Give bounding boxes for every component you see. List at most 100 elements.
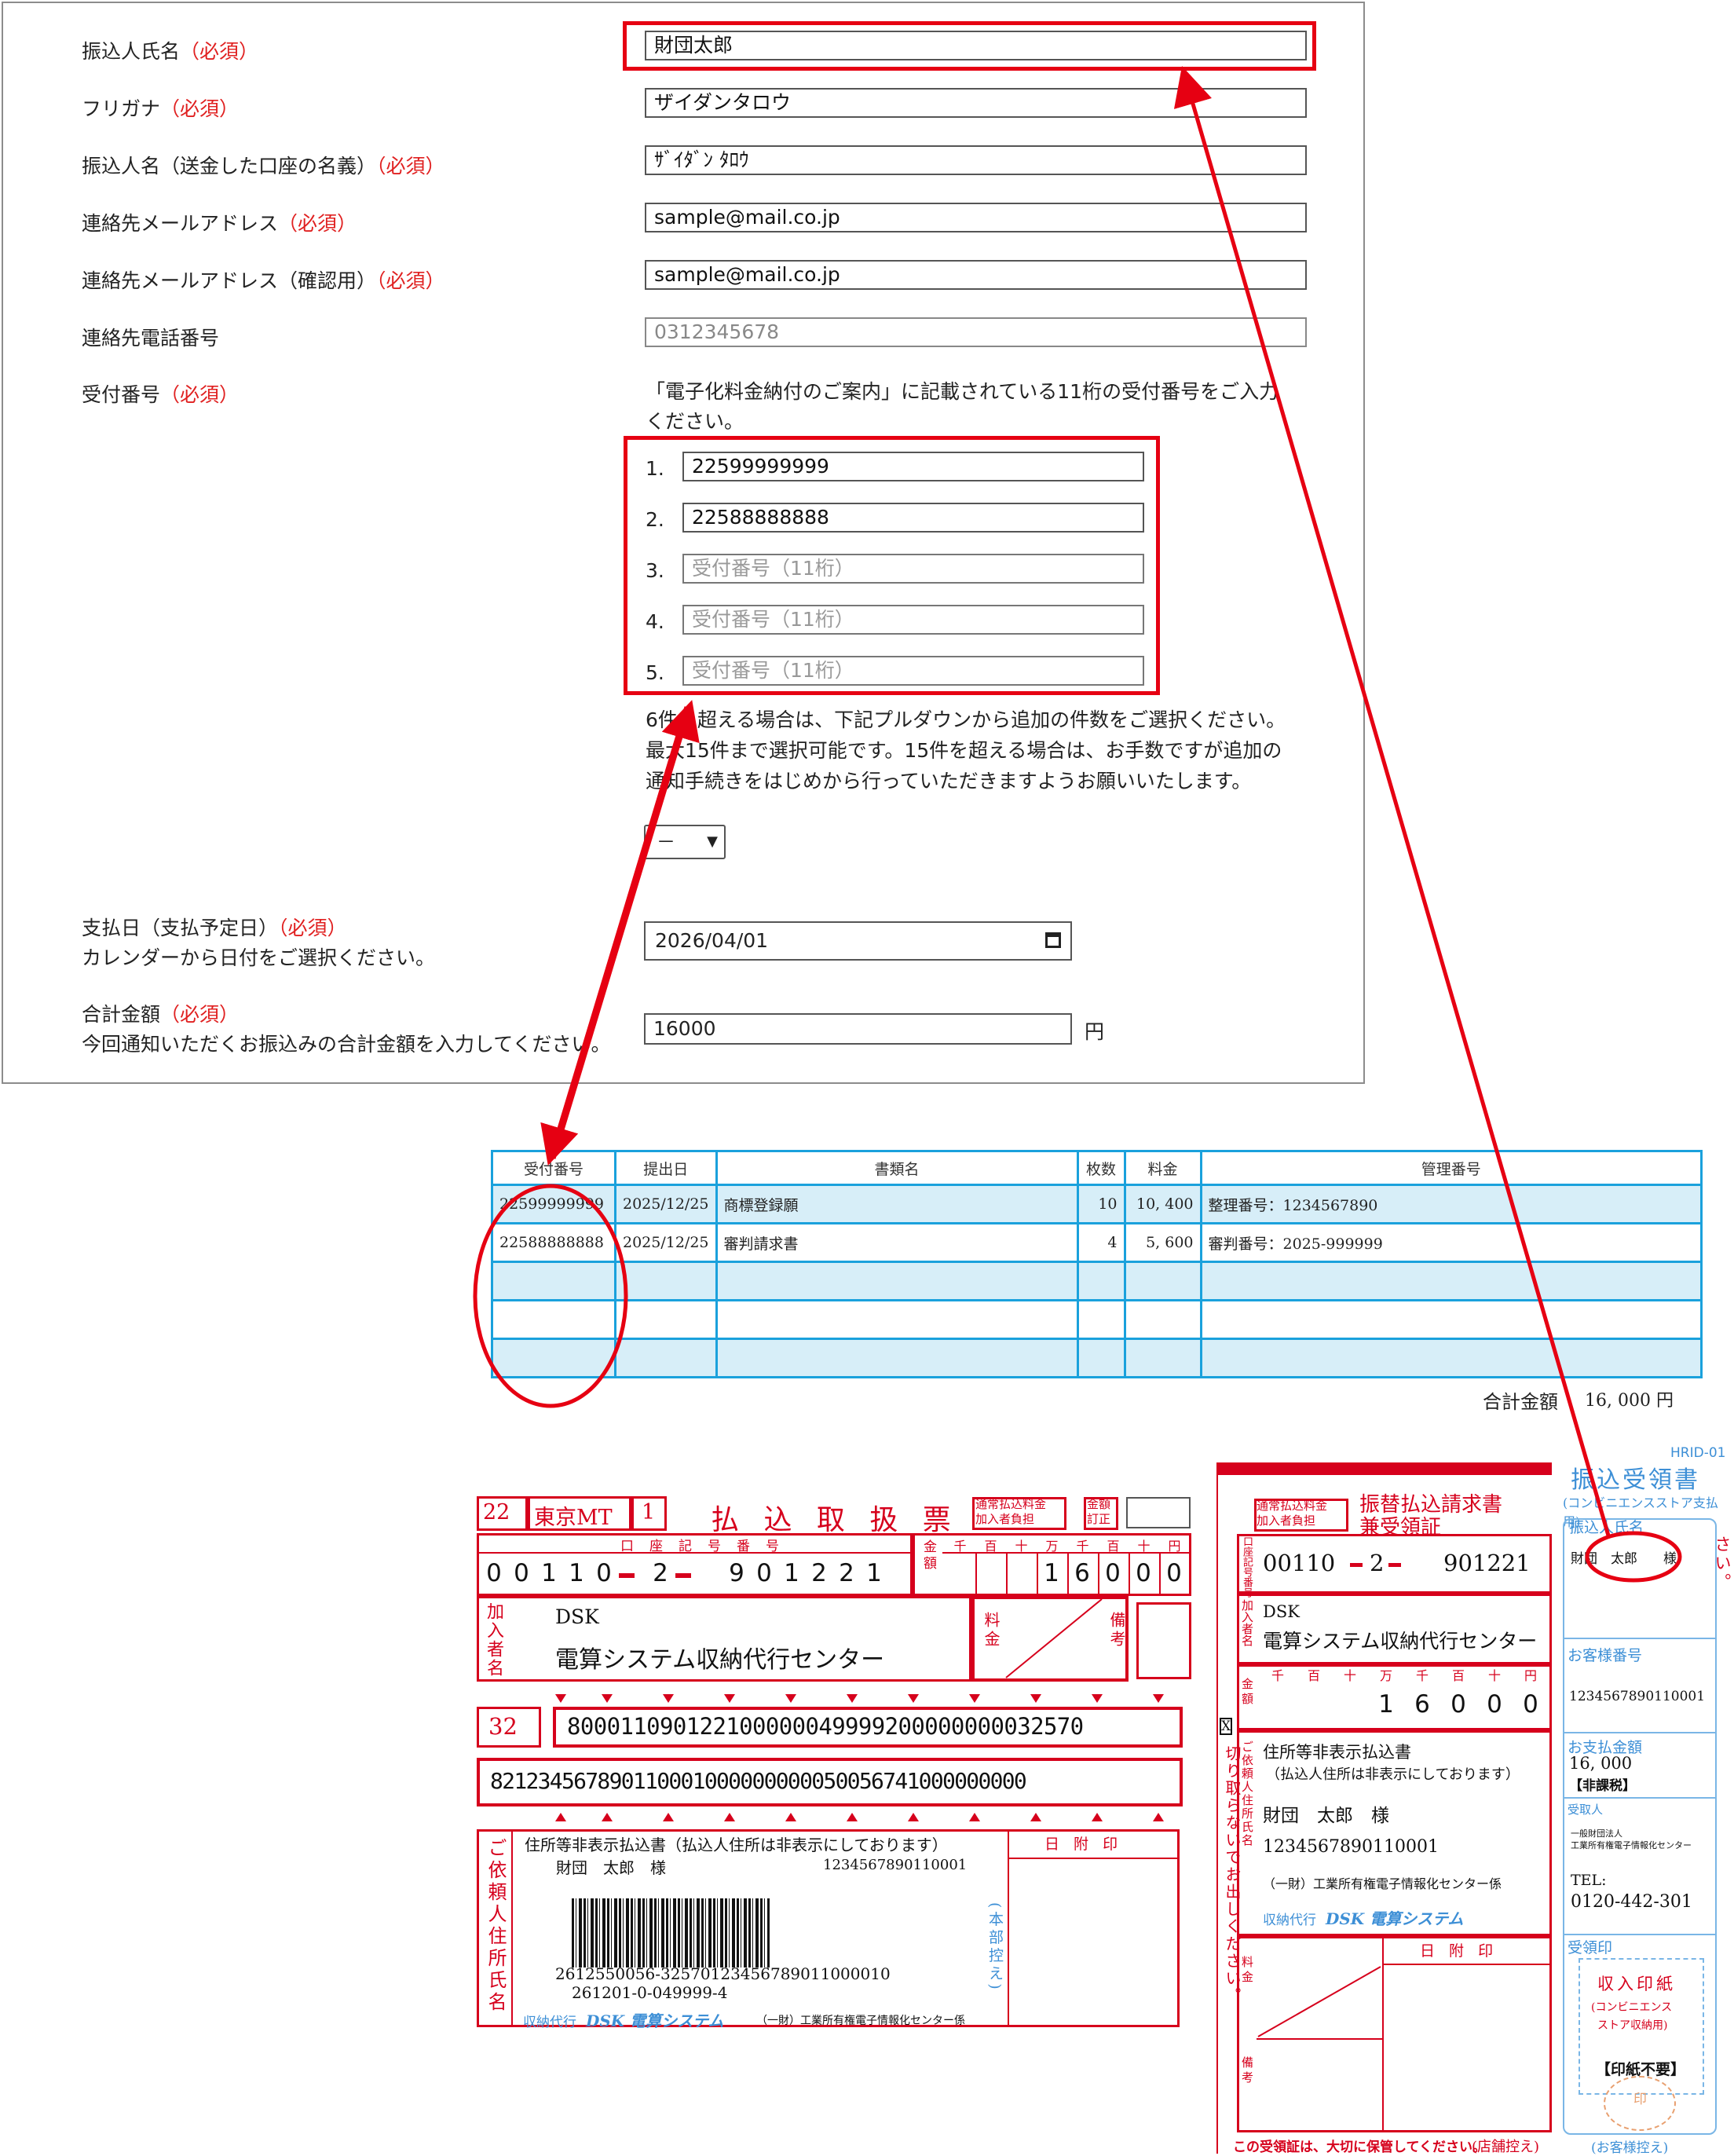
mid-customer-no: 1234567890110001	[1263, 1837, 1439, 1857]
table-row	[491, 1299, 1703, 1340]
right-stamp5: 印	[1633, 2092, 1647, 2107]
mid-notice: 通常払込料金 加入者負担	[1257, 1499, 1328, 1528]
mid-amount-unit: 千	[1415, 1668, 1429, 1683]
cell	[1199, 1338, 1703, 1378]
mid-amount-unit: 百	[1451, 1668, 1465, 1683]
mid-brand-logo: DSK 電算システム	[1326, 1909, 1464, 1928]
col-fee: 料金	[1123, 1150, 1202, 1186]
right-code: HRID-01	[1670, 1445, 1726, 1461]
marker-triangle-up	[785, 1813, 796, 1821]
ocr-code: 32	[488, 1713, 518, 1740]
label-account-name: 振込人名（送金した口座の名義）（必須）	[82, 155, 445, 178]
mid-amount-unit: 十	[1487, 1668, 1501, 1683]
document-table: 受付番号 提出日 書類名 枚数 料金 管理番号 22599999999 2025…	[491, 1150, 1703, 1378]
right-footer: (お客様控え)	[1591, 2140, 1669, 2156]
highlight-name-box	[623, 21, 1316, 71]
mid-name: 財団 太郎 様	[1263, 1806, 1389, 1826]
cell: 10, 400	[1123, 1184, 1202, 1224]
cell	[1123, 1338, 1202, 1378]
mid-address-note2: （払込人住所は非表示にしております）	[1266, 1766, 1520, 1783]
select-value: －	[657, 831, 675, 853]
email-confirm-input[interactable]: sample@mail.co.jp	[645, 260, 1307, 290]
marker-triangle-down	[969, 1694, 980, 1703]
cell	[1076, 1338, 1126, 1378]
account-name-input[interactable]: ｻﾞｲﾀﾞﾝ ﾀﾛｳ	[645, 145, 1307, 175]
marker-triangle-up	[602, 1813, 613, 1821]
marker-triangle-up	[908, 1813, 919, 1821]
right-stamp3: ストア収納用)	[1597, 2019, 1668, 2032]
marker-triangle-down	[785, 1694, 796, 1703]
account-dash-1	[619, 1573, 635, 1578]
mid-account-mid: 2	[1370, 1550, 1385, 1576]
mid-date-stamp: 日 附 印	[1420, 1942, 1498, 1960]
receipt-note-3: 通知手続きをはじめから行っていただきますようお願いいたします。	[646, 770, 1252, 792]
table-total-value: 16, 000 円	[1585, 1391, 1674, 1411]
marker-triangle-down	[555, 1694, 566, 1703]
account-digit: 1	[569, 1559, 584, 1587]
right-recipient2: 工業所有権電子情報化センター	[1571, 1840, 1692, 1850]
amount-unit: 千	[953, 1539, 967, 1554]
cell	[491, 1299, 616, 1340]
cell: 審判番号：2025-999999	[1199, 1222, 1703, 1263]
additional-count-select[interactable]: － ▼	[644, 825, 726, 859]
calendar-icon[interactable]	[1045, 932, 1061, 948]
mid-amount-digit: 0	[1450, 1690, 1466, 1719]
cell	[1076, 1299, 1126, 1340]
payee-line2: 電算システム収納代行センター	[555, 1646, 885, 1674]
chevron-down-icon: ▼	[707, 833, 718, 850]
account-digit: 9	[729, 1559, 744, 1587]
mid-account-label: 口座記号番号	[1241, 1536, 1253, 1598]
mid-address-note1: 住所等非表示払込書	[1263, 1743, 1411, 1762]
account-digit: 1	[541, 1559, 557, 1587]
col-doc-name: 書類名	[715, 1150, 1079, 1186]
payday-sub: カレンダーから日付をご選択ください。	[82, 946, 436, 969]
mid-amount-digit: 0	[1487, 1690, 1502, 1719]
marker-triangle-down	[1153, 1694, 1164, 1703]
mid-amount-digit: 6	[1414, 1690, 1430, 1719]
email-input[interactable]: sample@mail.co.jp	[645, 203, 1307, 232]
amount-digit: 0	[1105, 1559, 1121, 1587]
remarks-label: 備考	[1107, 1612, 1126, 1649]
right-title: 振込受領書	[1571, 1466, 1700, 1494]
payday-value: 2026/04/01	[655, 929, 769, 952]
right-honorific: 様	[1663, 1551, 1677, 1567]
cell: 5, 600	[1123, 1222, 1202, 1263]
label-email-confirm: 連絡先メールアドレス（確認用）（必須）	[82, 269, 445, 292]
mid-requester-label: ご依頼人住所氏名	[1240, 1741, 1254, 1847]
amount-unit: 万	[1045, 1539, 1059, 1554]
marker-triangle-up	[1092, 1813, 1103, 1821]
total-amount-input[interactable]: 16000	[644, 1013, 1072, 1045]
ocr-line2: 8212345678901100010000000000500567410000…	[490, 1768, 1027, 1794]
col-receipt-no: 受付番号	[491, 1150, 616, 1186]
slip-code-1: 22	[483, 1500, 510, 1525]
cell: 整理番号：1234567890	[1199, 1184, 1703, 1224]
cell: 4	[1076, 1222, 1126, 1263]
payday-date-input[interactable]: 2026/04/01	[644, 921, 1072, 961]
right-customer-label: お客様番号	[1568, 1647, 1643, 1664]
cell	[715, 1338, 1079, 1378]
fee-label: 料金	[982, 1612, 1001, 1649]
mid-amount-unit: 円	[1524, 1668, 1537, 1683]
label-furigana: フリガナ（必須）	[82, 97, 240, 120]
cell	[614, 1338, 718, 1378]
label-payday: 支払日（支払予定日）（必須）	[82, 917, 347, 939]
mid-footer2: (店舗控え)	[1472, 2139, 1540, 2155]
account-digit: 0	[596, 1559, 612, 1587]
phone-input[interactable]: 0312345678	[645, 317, 1307, 347]
right-amount: 16, 000	[1569, 1754, 1633, 1773]
account-digit: 0	[514, 1559, 529, 1587]
cell	[614, 1261, 718, 1301]
furigana-input[interactable]: ザイダンタロウ	[645, 88, 1307, 118]
amount-unit: 百	[1107, 1539, 1120, 1554]
amount-divider	[1067, 1552, 1069, 1596]
right-stamp1: 収入印紙	[1597, 1975, 1676, 1993]
label-total: 合計金額（必須）	[82, 1003, 240, 1026]
cell	[614, 1299, 718, 1340]
slip-code-3: 1	[642, 1500, 656, 1525]
mid-payee-line1: DSK	[1263, 1602, 1300, 1621]
label-name: 振込人氏名（必須）	[82, 40, 259, 63]
table-row	[491, 1338, 1703, 1378]
amount-divider	[1159, 1552, 1161, 1596]
marker-triangle-down	[908, 1694, 919, 1703]
cell: 2025/12/25	[614, 1222, 718, 1263]
